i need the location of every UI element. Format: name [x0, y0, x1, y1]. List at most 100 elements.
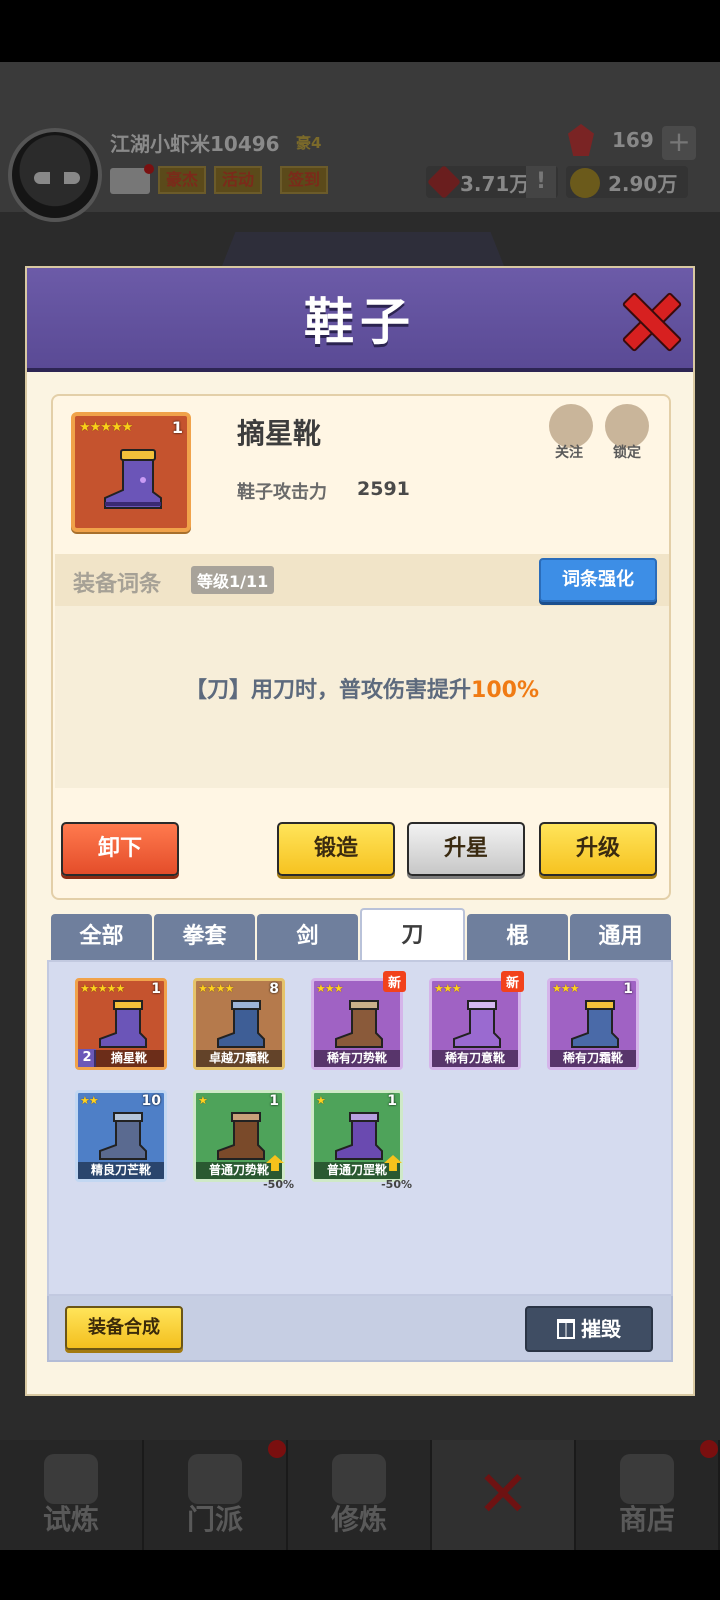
inventory-item[interactable]: ★★★ 1 稀有刀霜靴: [547, 978, 639, 1070]
close-icon[interactable]: [621, 292, 677, 348]
notification-dot: [268, 1440, 286, 1458]
item-name: 普通刀势靴: [196, 1162, 282, 1179]
nav-trial[interactable]: 试炼: [0, 1440, 144, 1550]
boot-icon: [99, 1112, 147, 1160]
player-avatar[interactable]: [8, 128, 102, 222]
boot-icon: [217, 1000, 265, 1048]
boot-icon: [571, 1000, 619, 1048]
unequip-button[interactable]: 卸下: [61, 822, 179, 876]
destroy-label: 摧毁: [581, 1317, 621, 1341]
inventory-item[interactable]: ★★★★ 8 卓越刀霜靴: [193, 978, 285, 1070]
trial-icon: [44, 1454, 98, 1504]
inventory-item[interactable]: ★★★★★ 1 2 摘星靴: [75, 978, 167, 1070]
affix-value: 100%: [471, 678, 539, 703]
item-stars: ★★: [80, 1094, 99, 1107]
item-name: 摘星靴: [94, 1050, 164, 1067]
item-level-badge: 1: [171, 418, 183, 437]
avatar-eyes: [34, 172, 80, 184]
tab-general[interactable]: 通用: [570, 914, 671, 960]
nav-sect-label: 门派: [186, 1503, 243, 1536]
stat-label: 鞋子攻击力: [237, 482, 327, 503]
tab-blade[interactable]: 刀: [360, 908, 465, 960]
weapon-filter-tabs: 全部 拳套 剑 刀 棍 通用: [51, 908, 671, 960]
item-stars: ★★★★: [198, 982, 234, 995]
item-level: 1: [387, 1093, 397, 1109]
item-level: 1: [623, 981, 633, 997]
item-discount: -50%: [381, 1178, 412, 1191]
lock-label: 锁定: [613, 445, 641, 461]
inventory-item[interactable]: ★★★ 新 稀有刀意靴: [429, 971, 524, 1070]
trash-icon: [557, 1319, 575, 1339]
star-up-button[interactable]: 升星: [407, 822, 525, 876]
item-stars: ★★★: [434, 982, 462, 995]
item-level: 8: [269, 981, 279, 997]
nav-sect[interactable]: 门派: [144, 1440, 288, 1550]
sect-gate-icon: [188, 1454, 242, 1504]
affix-title: 装备词条: [73, 572, 162, 597]
nav-cultivate-label: 修炼: [330, 1503, 387, 1536]
forge-button[interactable]: 锻造: [277, 822, 395, 876]
currency1-amount: 3.71万: [460, 172, 530, 196]
item-stars: ★: [198, 1094, 208, 1107]
boot-icon: [335, 1000, 383, 1048]
nav-cultivate[interactable]: 修炼: [288, 1440, 432, 1550]
nav-equipment[interactable]: ✕: [432, 1440, 576, 1550]
bottom-nav: 试炼 门派 修炼 ✕ 商店: [0, 1440, 720, 1550]
scroll-book-icon: [332, 1454, 386, 1504]
affix-header: 装备词条 等级1/11 词条强化: [55, 554, 669, 606]
item-name: 普通刀罡靴: [314, 1162, 400, 1179]
checkin-button[interactable]: 签到: [280, 166, 329, 194]
tab-sword[interactable]: 剑: [257, 914, 358, 960]
affix-text: 【刀】用刀时，普攻伤害提升: [185, 678, 472, 703]
modal-header: 鞋子: [27, 268, 693, 372]
item-name: 稀有刀霜靴: [550, 1050, 636, 1067]
destroy-button[interactable]: 摧毁: [525, 1306, 653, 1352]
nav-shop-label: 商店: [618, 1503, 675, 1536]
nav-shop[interactable]: 商店: [576, 1440, 720, 1550]
item-level: 1: [151, 981, 161, 997]
boot-icon: [99, 1000, 147, 1048]
inventory-item[interactable]: ★ 1 普通刀势靴 -50%: [193, 1090, 294, 1191]
affix-upgrade-button[interactable]: 词条强化: [539, 558, 657, 602]
level-up-button[interactable]: 升级: [539, 822, 657, 876]
inventory-item[interactable]: ★★★ 新 稀有刀势靴: [311, 971, 406, 1070]
item-stars: ★: [316, 1094, 326, 1107]
mail-icon[interactable]: [110, 164, 154, 194]
inventory-item[interactable]: ★★ 10 精良刀芒靴: [75, 1090, 167, 1182]
tab-all[interactable]: 全部: [51, 914, 152, 960]
boot-icon: [104, 449, 162, 509]
crossed-swords-icon: ✕: [476, 1458, 530, 1532]
tab-staff[interactable]: 棍: [467, 914, 568, 960]
tab-gloves[interactable]: 拳套: [154, 914, 255, 960]
currency2-amount: 2.90万: [608, 172, 678, 196]
item-discount: -50%: [263, 1178, 294, 1191]
add-gems-button[interactable]: +: [662, 126, 696, 160]
follow-label: 关注: [555, 445, 583, 461]
shop-icon: [620, 1454, 674, 1504]
vip-badge: 豪4: [296, 134, 322, 152]
info-icon[interactable]: !: [526, 166, 556, 198]
inventory-footer: 装备合成 摧毁: [47, 1296, 673, 1362]
heroes-button[interactable]: 豪杰: [158, 166, 207, 194]
item-name: 稀有刀意靴: [432, 1050, 518, 1067]
new-badge: 新: [382, 971, 406, 992]
gesture-bar: [0, 1550, 720, 1600]
merge-button[interactable]: 装备合成: [65, 1306, 183, 1350]
inventory-grid: ★★★★★ 1 2 摘星靴 ★★★★ 8 卓越刀霜靴 ★★★ 新 稀有刀势靴 ★…: [47, 960, 673, 1296]
boot-icon: [335, 1112, 383, 1160]
item-level: 10: [141, 1093, 161, 1109]
affix-description: 【刀】用刀时，普攻伤害提升100%: [55, 672, 669, 704]
item-detail-panel: ★★★★★ 1 摘星靴 鞋子攻击力 2591 关注 锁定 装备词条 等级1/11…: [51, 394, 671, 900]
item-level: 1: [269, 1093, 279, 1109]
boot-icon: [453, 1000, 501, 1048]
item-name: 精良刀芒靴: [78, 1162, 164, 1179]
item-name: 摘星靴: [237, 417, 322, 450]
events-button[interactable]: 活动: [214, 166, 263, 194]
item-stars: ★★★★★: [79, 420, 133, 435]
modal-title: 鞋子: [304, 293, 416, 351]
player-name: 江湖小虾米10496: [110, 132, 280, 156]
status-bar: [0, 0, 720, 62]
inventory-item[interactable]: ★ 1 普通刀罡靴 -50%: [311, 1090, 412, 1191]
selected-item-icon: ★★★★★ 1: [71, 412, 191, 532]
item-name: 卓越刀霜靴: [196, 1050, 282, 1067]
